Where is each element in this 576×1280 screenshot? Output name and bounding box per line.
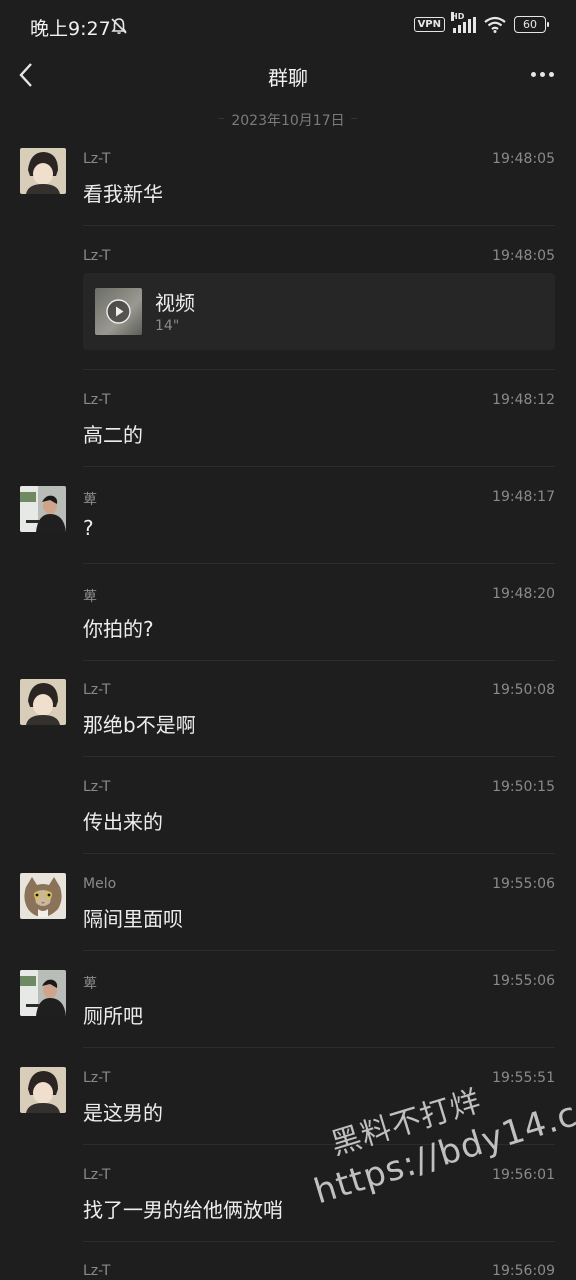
message-time: 19:48:05 [492, 248, 555, 264]
status-time: 晚上9:27 [30, 18, 111, 40]
date-divider: 2023年10月17日 [0, 108, 576, 130]
chat-message[interactable]: Lz-T 19:48:05 看我新华 [0, 148, 576, 226]
chat-message[interactable]: Melo 19:55:06 隔间里面呗 [0, 873, 576, 951]
message-time: 19:48:12 [492, 392, 555, 408]
message-divider [83, 660, 555, 661]
message-text: 是这男的 [83, 1101, 163, 1125]
avatar[interactable] [20, 148, 66, 194]
avatar[interactable] [20, 679, 66, 725]
chat-message[interactable]: Lz-T 19:48:12 高二的 [0, 389, 576, 467]
message-text: 找了一男的给他俩放哨 [83, 1198, 283, 1222]
date-divider-line [218, 118, 224, 119]
message-divider [83, 853, 555, 854]
message-divider [83, 950, 555, 951]
message-text: 高二的 [83, 423, 143, 447]
chat-message[interactable]: Lz-T 19:56:01 找了一男的给他俩放哨 [0, 1164, 576, 1242]
message-text: ? [83, 516, 94, 540]
hd-label: HD [451, 11, 465, 21]
message-time: 19:56:01 [492, 1167, 555, 1183]
date-divider-line [351, 118, 357, 119]
message-time: 19:48:20 [492, 586, 555, 602]
status-icons: VPN HD 60 [413, 11, 549, 33]
bell-muted-icon [111, 18, 127, 34]
wifi-icon [484, 16, 506, 33]
message-divider [83, 1144, 555, 1145]
message-time: 19:55:06 [492, 973, 555, 989]
status-bar: 晚上9:27 VPN HD 60 [0, 0, 576, 56]
message-divider [83, 756, 555, 757]
sender-name: Lz-T [83, 682, 111, 698]
message-divider [83, 563, 555, 564]
chat-message[interactable]: Lz-T 19:48:05 视频 14" [0, 245, 576, 370]
sender-name: Lz-T [83, 151, 111, 167]
sender-name: 萆 [83, 492, 97, 508]
sender-name: 萆 [83, 976, 97, 992]
sender-name: Lz-T [83, 1167, 111, 1183]
date-label: 2023年10月17日 [231, 113, 345, 129]
message-time: 19:55:51 [492, 1070, 555, 1086]
message-time: 19:55:06 [492, 876, 555, 892]
message-text: 那绝b不是啊 [83, 713, 196, 737]
signal-icon: HD [451, 11, 476, 33]
avatar[interactable] [20, 873, 66, 919]
avatar[interactable] [20, 486, 66, 532]
message-time: 19:50:15 [492, 779, 555, 795]
message-divider [83, 225, 555, 226]
message-divider [83, 369, 555, 370]
chat-message[interactable]: Lz-T 19:56:09 [0, 1260, 576, 1280]
sender-name: Lz-T [83, 779, 111, 795]
message-text: 你拍的? [83, 617, 154, 641]
chat-message[interactable]: Lz-T 19:50:08 那绝b不是啊 [0, 679, 576, 757]
message-text: 看我新华 [83, 182, 163, 206]
message-time: 19:48:05 [492, 151, 555, 167]
video-label: 视频 [155, 291, 195, 315]
message-time: 19:56:09 [492, 1263, 555, 1279]
chat-header: 群聊 [0, 52, 576, 98]
message-text: 厕所吧 [83, 1004, 143, 1028]
video-message-card[interactable]: 视频 14" [83, 273, 555, 350]
avatar[interactable] [20, 970, 66, 1016]
sender-name: Lz-T [83, 392, 111, 408]
avatar[interactable] [20, 1067, 66, 1113]
sender-name: Lz-T [83, 1070, 111, 1086]
page-title: 群聊 [268, 66, 308, 90]
video-duration: 14" [155, 318, 180, 334]
play-icon [106, 299, 131, 324]
message-time: 19:48:17 [492, 489, 555, 505]
sender-name: 萆 [83, 589, 97, 605]
sender-name: Lz-T [83, 1263, 111, 1279]
chat-message[interactable]: Lz-T 19:50:15 传出来的 [0, 776, 576, 854]
more-horizontal-icon[interactable] [531, 72, 554, 77]
video-thumbnail [95, 288, 142, 335]
chat-message[interactable]: 萆 19:55:06 厕所吧 [0, 970, 576, 1048]
message-time: 19:50:08 [492, 682, 555, 698]
battery-icon: 60 [514, 16, 549, 33]
message-text: 隔间里面呗 [83, 907, 183, 931]
message-divider [83, 1047, 555, 1048]
chat-message[interactable]: Lz-T 19:55:51 是这男的 [0, 1067, 576, 1145]
battery-level: 60 [523, 18, 537, 31]
message-divider [83, 1241, 555, 1242]
chat-message[interactable]: 萆 19:48:20 你拍的? [0, 583, 576, 661]
message-divider [83, 466, 555, 467]
chat-message[interactable]: 萆 19:48:17 ? [0, 486, 576, 564]
sender-name: Lz-T [83, 248, 111, 264]
message-text: 传出来的 [83, 810, 163, 834]
vpn-badge: VPN [413, 17, 445, 32]
sender-name: Melo [83, 876, 117, 892]
